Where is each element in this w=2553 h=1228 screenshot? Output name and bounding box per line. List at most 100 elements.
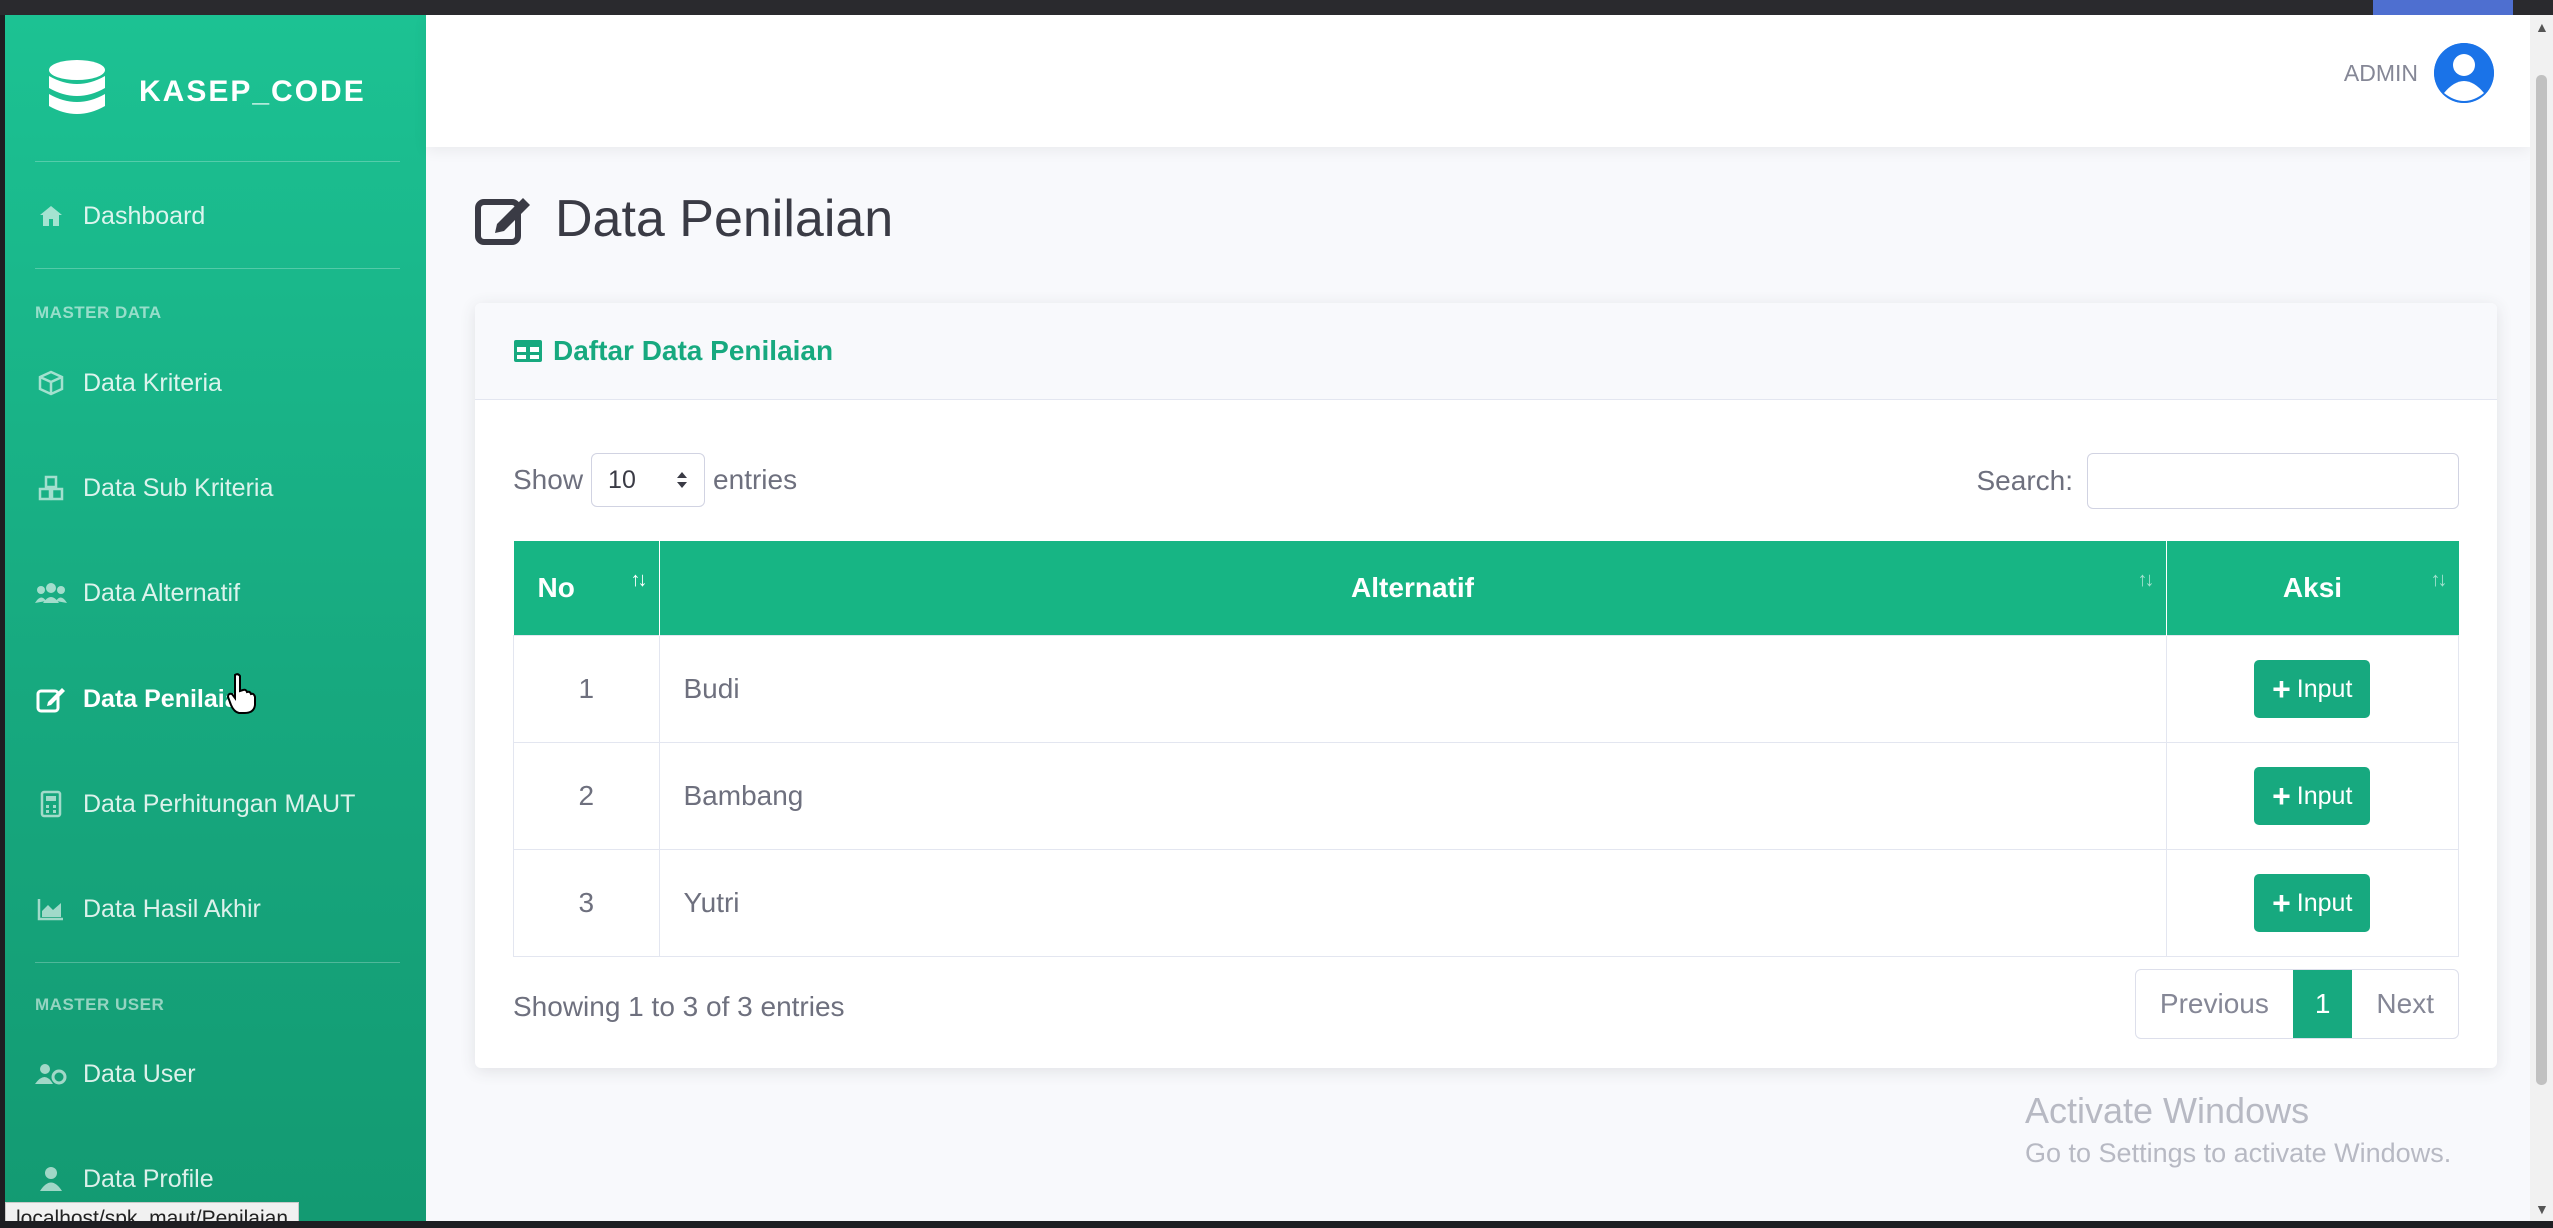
user-icon [35, 1163, 67, 1195]
cell-no: 2 [513, 742, 660, 850]
user-circle-icon [2434, 43, 2494, 103]
sort-icon: ↑↓ [2430, 569, 2448, 591]
scrollbar-thumb[interactable] [2536, 75, 2547, 1085]
page-title-text: Data Penilaian [555, 190, 894, 248]
entries-select[interactable]: 10 [591, 453, 706, 507]
sidebar-divider [35, 962, 400, 963]
sidebar-item-data-alternatif[interactable]: Data Alternatif [35, 563, 240, 623]
window-top-strip [0, 0, 2553, 15]
cubes-icon [35, 472, 67, 504]
watermark-line-2: Go to Settings to activate Windows. [2025, 1138, 2452, 1168]
input-button-label: Input [2296, 674, 2353, 703]
penilaian-table: No ↑↓ Alternatif ↑↓ Aksi ↑↓ 1 Budi + Inp… [513, 541, 2459, 957]
data-card: Daftar Data Penilaian Show 10 entries Se… [475, 303, 2497, 1068]
column-header-alternatif[interactable]: Alternatif ↑↓ [659, 541, 2167, 636]
taskbar-highlight [2373, 0, 2513, 15]
input-button[interactable]: + Input [2254, 874, 2371, 932]
edit-icon [475, 198, 530, 245]
sidebar-item-label: Data Alternatif [83, 578, 241, 607]
sidebar-item-label: Data Perhitungan MAUT [83, 789, 356, 818]
chart-area-icon [35, 893, 67, 925]
users-cog-icon [35, 1058, 67, 1090]
show-label: Show [513, 464, 584, 495]
cell-aksi: + Input [2165, 742, 2459, 850]
watermark-line-1: Activate Windows [2025, 1090, 2310, 1131]
sidebar-item-data-hasil-akhir[interactable]: Data Hasil Akhir [35, 879, 261, 939]
scroll-up-icon[interactable]: ▲ [2535, 19, 2549, 35]
edit-icon [35, 683, 67, 715]
column-header-label: Alternatif [1351, 572, 1474, 603]
search-input[interactable] [2087, 453, 2459, 509]
plus-icon: + [2272, 670, 2291, 707]
cell-aksi: + Input [2165, 635, 2459, 743]
sidebar-divider [35, 268, 400, 269]
card-title: Daftar Data Penilaian [553, 335, 834, 366]
card-header: Daftar Data Penilaian [475, 303, 2497, 400]
users-icon [35, 577, 67, 609]
table-info: Showing 1 to 3 of 3 entries [513, 991, 845, 1022]
sidebar-item-data-user[interactable]: Data User [35, 1044, 196, 1104]
hand-cursor-icon [227, 673, 256, 714]
database-icon [49, 60, 105, 114]
user-name: ADMIN [2343, 59, 2418, 86]
cell-alternatif: Bambang [658, 742, 2167, 850]
sort-icon: ↑↓ [630, 569, 648, 591]
sidebar-divider [35, 161, 400, 162]
brand-name: KASEP_CODE [139, 75, 366, 108]
sidebar-item-data-perhitungan-maut[interactable]: Data Perhitungan MAUT [35, 774, 355, 834]
input-button[interactable]: + Input [2254, 767, 2371, 825]
cube-icon [35, 367, 67, 399]
scrollbar[interactable]: ▲ ▼ [2530, 15, 2553, 1221]
column-header-no[interactable]: No ↑↓ [513, 541, 660, 636]
table-search: Search: [1976, 453, 2459, 509]
cell-aksi: + Input [2165, 849, 2459, 957]
sidebar-item-data-profile[interactable]: Data Profile [35, 1149, 214, 1209]
pagination: Previous 1 Next [2134, 969, 2459, 1039]
entries-select-value: 10 [608, 465, 636, 494]
input-button-label: Input [2296, 888, 2353, 917]
activate-windows-watermark: Activate Windows Go to Settings to activ… [2025, 1090, 2451, 1169]
cell-no: 1 [513, 635, 660, 743]
sidebar-item-label: Data User [83, 1059, 196, 1088]
sidebar-item-label: Data Sub Kriteria [83, 473, 274, 502]
column-header-label: Aksi [2282, 572, 2343, 603]
sidebar-item-data-sub-kriteria[interactable]: Data Sub Kriteria [35, 458, 273, 518]
cell-alternatif: Budi [658, 635, 2167, 743]
sidebar-item-label: Data Kriteria [83, 368, 222, 397]
sidebar: KASEP_CODE Dashboard MASTER DATA Data Kr… [5, 15, 426, 1221]
plus-icon: + [2272, 777, 2291, 814]
browser-viewport: KASEP_CODE Dashboard MASTER DATA Data Kr… [5, 15, 2530, 1221]
home-icon [35, 200, 67, 232]
table-header-row: No ↑↓ Alternatif ↑↓ Aksi ↑↓ [513, 541, 2459, 636]
search-label: Search: [1976, 465, 2074, 496]
input-button[interactable]: + Input [2254, 660, 2371, 718]
pagination-page-current[interactable]: 1 [2292, 970, 2353, 1038]
section-heading-master-user: MASTER USER [35, 995, 165, 1014]
sidebar-item-dashboard[interactable]: Dashboard [35, 186, 205, 246]
sidebar-item-label: Dashboard [83, 201, 206, 230]
table-row: 2 Bambang + Input [513, 742, 2459, 850]
input-button-label: Input [2296, 781, 2353, 810]
table-row: 3 Yutri + Input [513, 849, 2459, 957]
scroll-down-icon[interactable]: ▼ [2535, 1201, 2549, 1217]
brand[interactable]: KASEP_CODE [45, 47, 366, 137]
entries-label: entries [713, 464, 798, 495]
sidebar-item-data-kriteria[interactable]: Data Kriteria [35, 353, 222, 413]
sidebar-item-data-penilaian[interactable]: Data Penilaian [35, 669, 254, 729]
user-menu[interactable]: ADMIN [2344, 43, 2494, 103]
avatar [2434, 43, 2494, 103]
cell-no: 3 [513, 849, 660, 957]
page-title: Data Penilaian [475, 189, 893, 249]
pagination-next[interactable]: Next [2352, 970, 2458, 1038]
plus-icon: + [2272, 884, 2291, 921]
calculator-icon [35, 788, 67, 820]
sort-icon: ↑↓ [2137, 569, 2155, 591]
sort-arrows-icon [677, 472, 688, 488]
table-row: 1 Budi + Input [513, 635, 2459, 743]
entries-length-control: Show 10 entries [513, 453, 797, 507]
column-header-aksi[interactable]: Aksi ↑↓ [2166, 541, 2459, 636]
topbar: ADMIN [426, 15, 2530, 147]
pagination-previous[interactable]: Previous [2136, 970, 2293, 1038]
cell-alternatif: Yutri [658, 849, 2167, 957]
sidebar-item-label: Data Profile [83, 1164, 214, 1193]
